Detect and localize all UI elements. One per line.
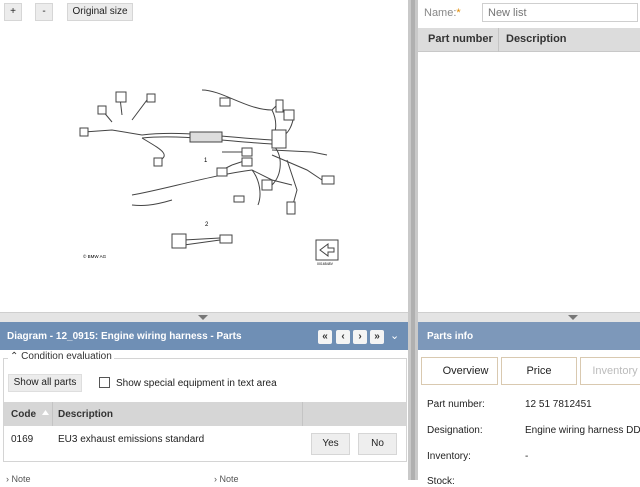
next-page-button[interactable]: › xyxy=(353,330,367,344)
column-description[interactable]: Description xyxy=(506,33,567,45)
wiring-harness-diagram[interactable]: 1 2 © BMW AG 0016548V xyxy=(72,80,342,268)
yes-button[interactable]: Yes xyxy=(311,433,350,455)
chevron-up-icon[interactable]: ⌃ xyxy=(10,351,18,362)
tab-price[interactable]: Price xyxy=(501,357,577,385)
collapse-arrow-icon[interactable] xyxy=(568,315,578,321)
parts-info-header: Parts info xyxy=(418,322,640,350)
splitter-vertical[interactable] xyxy=(408,0,418,480)
note-expander-1[interactable]: › Note xyxy=(6,474,31,484)
original-size-button[interactable]: Original size xyxy=(67,3,133,21)
collapse-chevron-icon[interactable]: ⌄ xyxy=(390,329,399,342)
column-divider xyxy=(52,402,53,426)
inventory-label: Inventory: xyxy=(427,451,471,462)
note-label: Note xyxy=(11,474,31,484)
name-label-text: Name: xyxy=(424,7,457,19)
name-label: Name:* xyxy=(424,7,461,19)
special-equipment-checkbox[interactable] xyxy=(99,377,110,388)
row-code: 0169 xyxy=(11,434,34,445)
condition-table-header: Code Description xyxy=(4,402,406,426)
sort-asc-icon[interactable] xyxy=(42,410,49,415)
column-divider xyxy=(302,402,303,426)
zoom-out-button[interactable]: - xyxy=(35,3,53,21)
splitter-horizontal-left[interactable] xyxy=(0,312,408,322)
splitter-grip[interactable] xyxy=(411,0,415,480)
diagram-panel-title: Diagram - 12_0915: Engine wiring harness… xyxy=(7,331,242,342)
required-mark: * xyxy=(456,7,461,19)
tab-overview[interactable]: Overview xyxy=(421,357,498,385)
list-name-input[interactable] xyxy=(482,3,638,22)
column-description[interactable]: Description xyxy=(58,409,113,420)
designation-value: Engine wiring harness DD xyxy=(525,425,640,436)
diagram-ref-code: 0016548V xyxy=(317,262,334,266)
show-all-parts-button[interactable]: Show all parts xyxy=(8,374,82,392)
diagram-pane: + - Original size 1 2 © BMW AG 0016548V xyxy=(0,0,408,312)
parts-list-header: Part number Description xyxy=(418,28,640,52)
designation-label: Designation: xyxy=(427,425,483,436)
collapse-arrow-icon[interactable] xyxy=(198,315,208,321)
row-description: EU3 exhaust emissions standard xyxy=(58,434,205,445)
copyright-text: © BMW AG xyxy=(83,253,107,259)
last-page-button[interactable]: » xyxy=(370,330,384,344)
column-part-number[interactable]: Part number xyxy=(428,33,493,45)
part-number-value: 12 51 7812451 xyxy=(525,399,592,410)
tab-inventory[interactable]: Inventory xyxy=(580,357,640,385)
no-button[interactable]: No xyxy=(358,433,397,455)
inventory-value: - xyxy=(525,451,529,462)
parts-info-title: Parts info xyxy=(427,331,474,342)
part-number-label: Part number: xyxy=(427,399,485,410)
condition-legend[interactable]: ⌃ Condition evaluation xyxy=(8,351,114,362)
note-label: Note xyxy=(219,474,239,484)
condition-legend-text: Condition evaluation xyxy=(21,351,112,362)
prev-page-button[interactable]: ‹ xyxy=(336,330,350,344)
column-divider xyxy=(498,28,499,52)
column-code[interactable]: Code xyxy=(11,409,36,420)
zoom-in-button[interactable]: + xyxy=(4,3,22,21)
note-expander-2[interactable]: › Note xyxy=(214,474,239,484)
first-page-button[interactable]: « xyxy=(318,330,332,344)
diagram-panel-header: Diagram - 12_0915: Engine wiring harness… xyxy=(0,322,408,350)
splitter-horizontal-right[interactable] xyxy=(418,312,640,322)
parts-list-pane: Name:* Part number Description xyxy=(418,0,640,312)
stock-label: Stock: xyxy=(427,476,455,487)
special-equipment-label: Show special equipment in text area xyxy=(116,378,277,389)
